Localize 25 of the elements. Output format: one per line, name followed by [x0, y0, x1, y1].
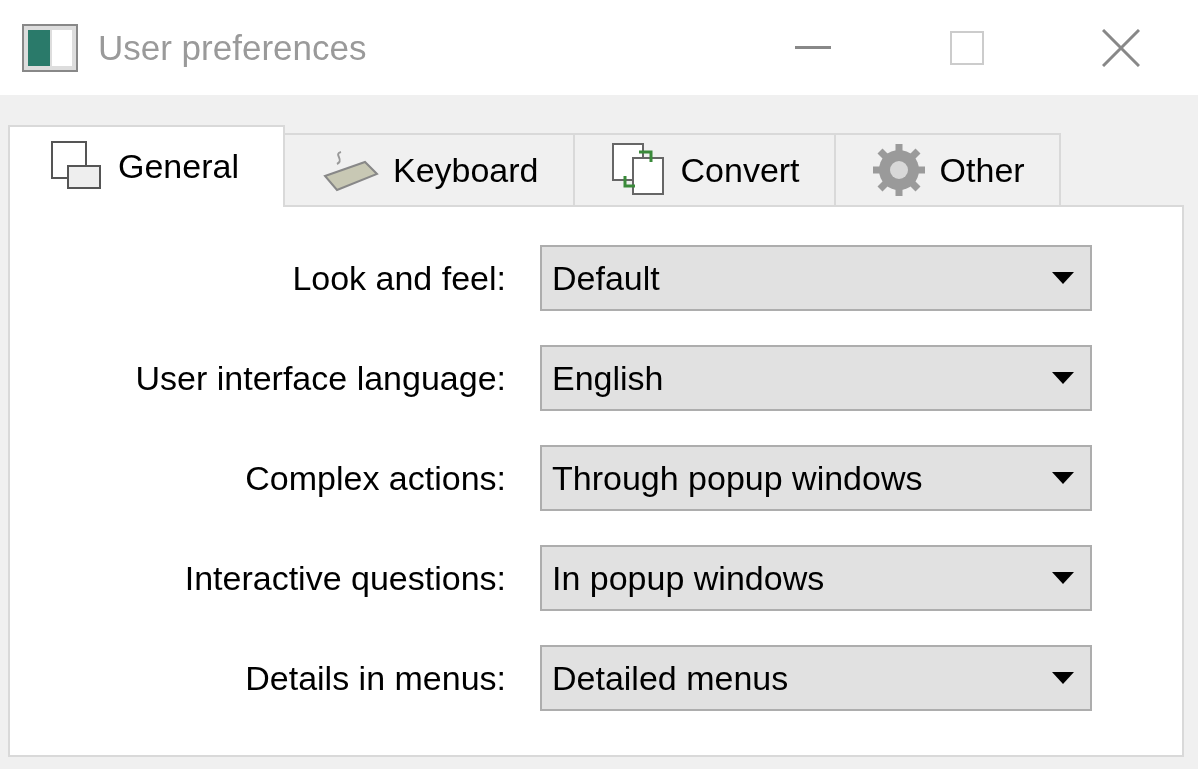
dropdown[interactable]: Default — [540, 245, 1092, 311]
field-label: User interface language: — [134, 358, 506, 398]
dropdown[interactable]: In popup windows — [540, 545, 1092, 611]
window-title: User preferences — [98, 27, 368, 68]
close-icon[interactable] — [1102, 28, 1140, 67]
dropdown-arrow-icon — [1052, 372, 1074, 384]
field-label: Look and feel: — [291, 258, 506, 298]
tab[interactable]: General — [8, 125, 285, 207]
field-label: Details in menus: — [244, 658, 506, 698]
dropdown-arrow-icon — [1052, 572, 1074, 584]
tab[interactable]: Other — [833, 133, 1061, 205]
gear-icon — [871, 143, 926, 197]
dropdown[interactable]: Through popup windows — [540, 445, 1092, 511]
dropdown-arrow-icon — [1052, 672, 1074, 684]
window-icon — [50, 140, 104, 192]
convert-icon — [610, 142, 667, 198]
dropdown-arrow-icon — [1052, 472, 1074, 484]
dropdown-arrow-icon — [1052, 272, 1074, 284]
minimize-icon[interactable] — [795, 45, 831, 50]
app-icon — [22, 23, 78, 72]
keyboard-icon — [320, 148, 379, 192]
field-label: Complex actions: — [244, 458, 506, 498]
dropdown[interactable]: Detailed menus — [540, 645, 1092, 711]
dropdown[interactable]: English — [540, 345, 1092, 411]
field-label: Interactive questions: — [183, 558, 506, 598]
